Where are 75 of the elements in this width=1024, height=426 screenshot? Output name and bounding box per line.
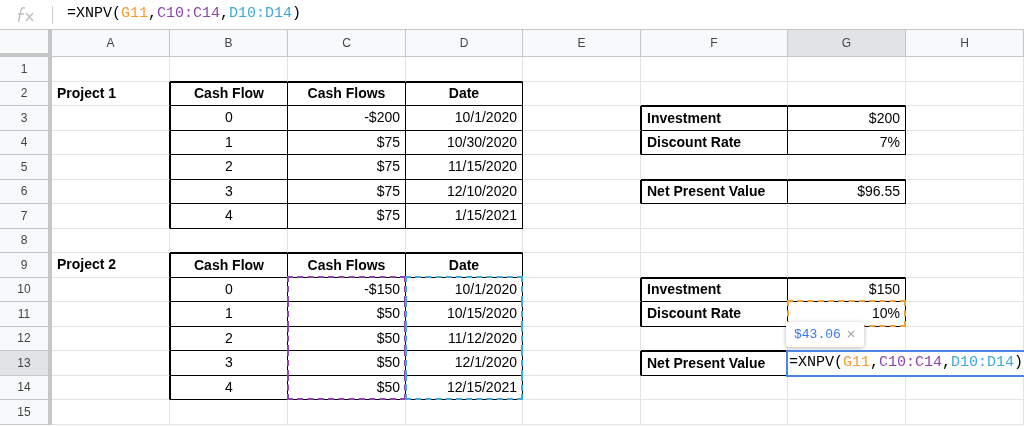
row-header[interactable]: 6	[0, 179, 52, 204]
table-cell: $75	[288, 130, 406, 155]
column-header[interactable]: G	[788, 30, 906, 57]
table-cell: Date	[406, 81, 523, 106]
row-header[interactable]: 15	[0, 400, 52, 425]
table-cell: $75	[288, 204, 406, 229]
table-cell: -$200	[288, 106, 406, 131]
table-cell: Cash Flow	[170, 253, 288, 278]
table-cell: 1	[170, 302, 288, 327]
table-cell: 3	[170, 351, 288, 376]
row-header[interactable]: 5	[0, 155, 52, 180]
table-cell: $75	[288, 179, 406, 204]
cell-editor[interactable]: =XNPV(G11,C10:C14,D10:D14)	[786, 350, 1024, 377]
column-header[interactable]: B	[170, 30, 288, 57]
table-cell: $50	[288, 326, 406, 351]
row-header[interactable]: 8	[0, 228, 52, 253]
table-cell: $150	[788, 277, 906, 302]
table-cell: $200	[788, 106, 906, 131]
column-header[interactable]: D	[406, 30, 523, 57]
table-cell: 11/12/2020	[406, 326, 523, 351]
table-cell: 12/15/2021	[406, 375, 523, 400]
column-header[interactable]: C	[288, 30, 406, 57]
table-cell: Net Present Value	[641, 179, 788, 204]
table-cell: 10/15/2020	[406, 302, 523, 327]
table-cell: 1	[170, 130, 288, 155]
formula-bar-field[interactable]: =XNPV(G11,C10:C14,D10:D14)	[67, 3, 302, 26]
result-value: $43.06	[794, 325, 841, 344]
table-cell: 10/1/2020	[406, 277, 523, 302]
row-header[interactable]: 3	[0, 106, 52, 131]
table-cell: Cash Flow	[170, 81, 288, 106]
table-cell: Project 2	[52, 253, 170, 278]
table-cell: Investment	[641, 106, 788, 131]
table-cell: 7%	[788, 130, 906, 155]
table-cell: Project 1	[52, 81, 170, 106]
row-header[interactable]: 13	[0, 351, 52, 376]
row-header[interactable]: 9	[0, 253, 52, 278]
table-cell: Discount Rate	[641, 302, 788, 327]
table-cell: -$150	[288, 277, 406, 302]
table-cell: 3	[170, 179, 288, 204]
table-cell: $50	[288, 351, 406, 376]
row-header[interactable]: 1	[0, 57, 52, 82]
table-cell: Cash Flows	[288, 253, 406, 278]
column-header[interactable]: F	[641, 30, 788, 57]
row-header[interactable]: 7	[0, 204, 52, 229]
row-header[interactable]: 12	[0, 326, 52, 351]
table-cell: 0	[170, 106, 288, 131]
table-cell: $75	[288, 155, 406, 180]
row-header[interactable]: 11	[0, 302, 52, 327]
table-cell: 0	[170, 277, 288, 302]
table-cell: 10/30/2020	[406, 130, 523, 155]
table-cell: 1/15/2021	[406, 204, 523, 229]
row-header[interactable]: 10	[0, 277, 52, 302]
table-cell: 12/10/2020	[406, 179, 523, 204]
column-header[interactable]: E	[523, 30, 641, 57]
table-cell: Net Present Value	[641, 351, 788, 376]
column-header[interactable]: H	[906, 30, 1024, 57]
row-header[interactable]: 4	[0, 130, 52, 155]
table-cell: 11/15/2020	[406, 155, 523, 180]
column-header[interactable]: A	[52, 30, 170, 57]
table-cell: $50	[288, 302, 406, 327]
table-cell: $96.55	[788, 179, 906, 204]
table-cell: 4	[170, 204, 288, 229]
table-cell: $50	[288, 375, 406, 400]
table-cell: Investment	[641, 277, 788, 302]
table-cell: Discount Rate	[641, 130, 788, 155]
table-cell: 4	[170, 375, 288, 400]
table-cell: 2	[170, 326, 288, 351]
table-cell: 2	[170, 155, 288, 180]
table-cell: Date	[406, 253, 523, 278]
row-header[interactable]: 2	[0, 81, 52, 106]
table-cell: 10/1/2020	[406, 106, 523, 131]
select-all-corner[interactable]	[0, 30, 52, 57]
table-cell: Cash Flows	[288, 81, 406, 106]
table-cell: 12/1/2020	[406, 351, 523, 376]
row-header[interactable]: 14	[0, 375, 52, 400]
